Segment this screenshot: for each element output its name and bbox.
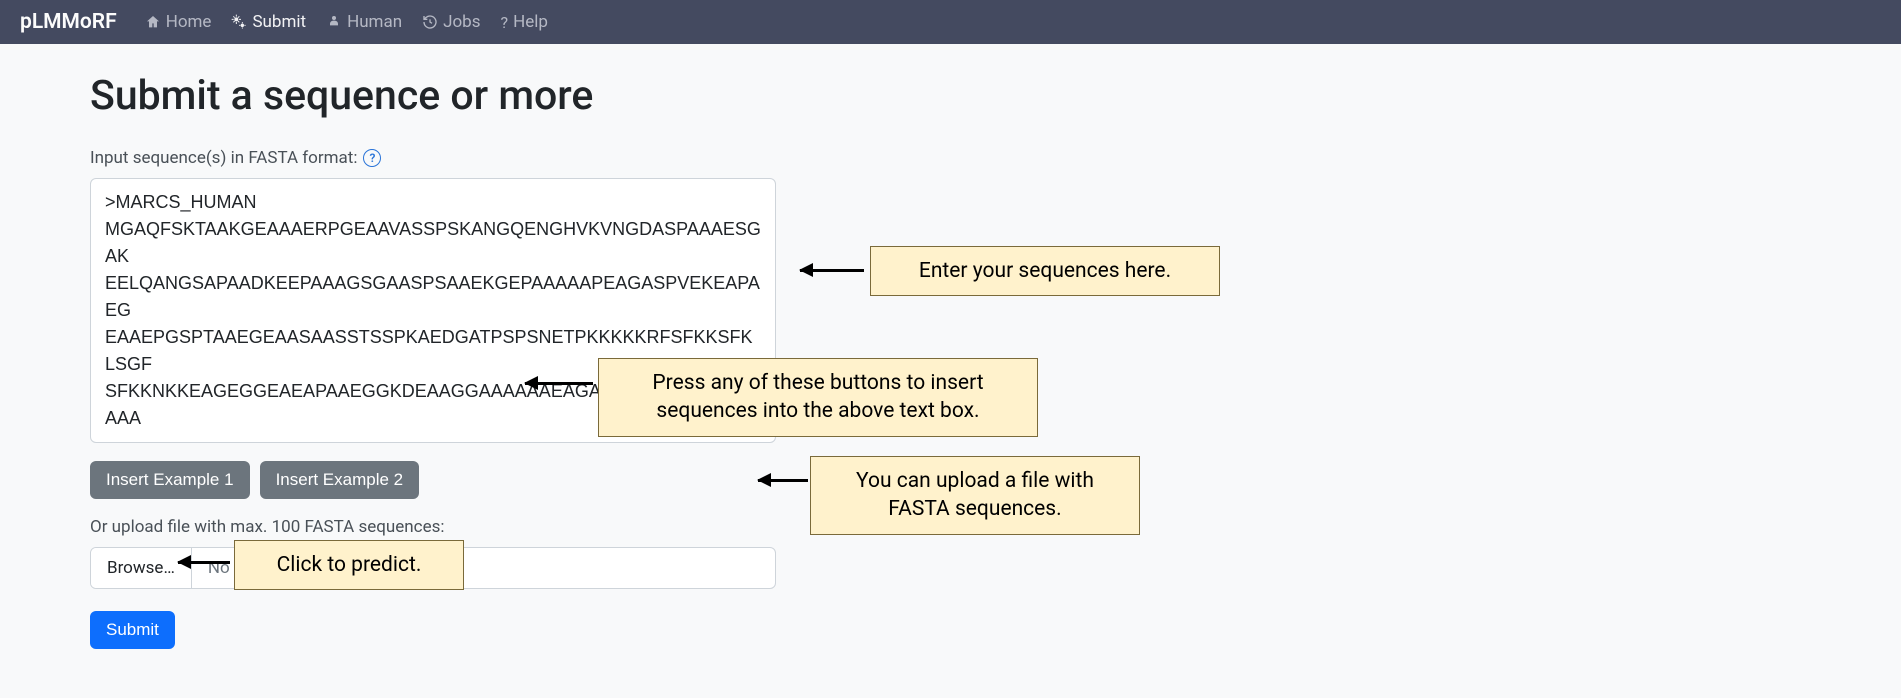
nav-help[interactable]: ? Help bbox=[501, 12, 548, 32]
nav-submit-label: Submit bbox=[252, 12, 306, 32]
home-icon bbox=[145, 14, 161, 30]
arrow-to-examples bbox=[525, 382, 593, 385]
input-label-row: Input sequence(s) in FASTA format: ? bbox=[90, 148, 1090, 168]
nav-submit[interactable]: Submit bbox=[231, 12, 306, 32]
callout-upload-file: You can upload a file with FASTA sequenc… bbox=[810, 456, 1140, 535]
nav-jobs[interactable]: Jobs bbox=[422, 12, 480, 32]
nav-jobs-label: Jobs bbox=[443, 12, 480, 32]
gears-icon bbox=[231, 14, 247, 30]
callout-click-predict: Click to predict. bbox=[234, 540, 464, 590]
submit-button[interactable]: Submit bbox=[90, 611, 175, 649]
nav-help-label: Help bbox=[513, 12, 548, 32]
navbar: pLMMoRF Home Submit Human Jobs ? Help bbox=[0, 0, 1901, 44]
insert-example-2-button[interactable]: Insert Example 2 bbox=[260, 461, 420, 499]
help-icon[interactable]: ? bbox=[363, 149, 381, 167]
arrow-to-textarea bbox=[800, 269, 864, 272]
nav-human[interactable]: Human bbox=[326, 12, 402, 32]
arrow-to-submit bbox=[178, 561, 230, 564]
page-title: Submit a sequence or more bbox=[90, 72, 1090, 120]
brand: pLMMoRF bbox=[20, 10, 117, 34]
insert-example-1-button[interactable]: Insert Example 1 bbox=[90, 461, 250, 499]
question-icon: ? bbox=[501, 13, 509, 32]
person-icon bbox=[326, 14, 342, 30]
callout-enter-sequences: Enter your sequences here. bbox=[870, 246, 1220, 296]
callout-example-buttons: Press any of these buttons to insert seq… bbox=[598, 358, 1038, 437]
history-icon bbox=[422, 14, 438, 30]
input-label: Input sequence(s) in FASTA format: bbox=[90, 148, 357, 168]
nav-home-label: Home bbox=[166, 12, 212, 32]
nav-human-label: Human bbox=[347, 12, 402, 32]
arrow-to-upload bbox=[758, 479, 808, 482]
nav-home[interactable]: Home bbox=[145, 12, 212, 32]
